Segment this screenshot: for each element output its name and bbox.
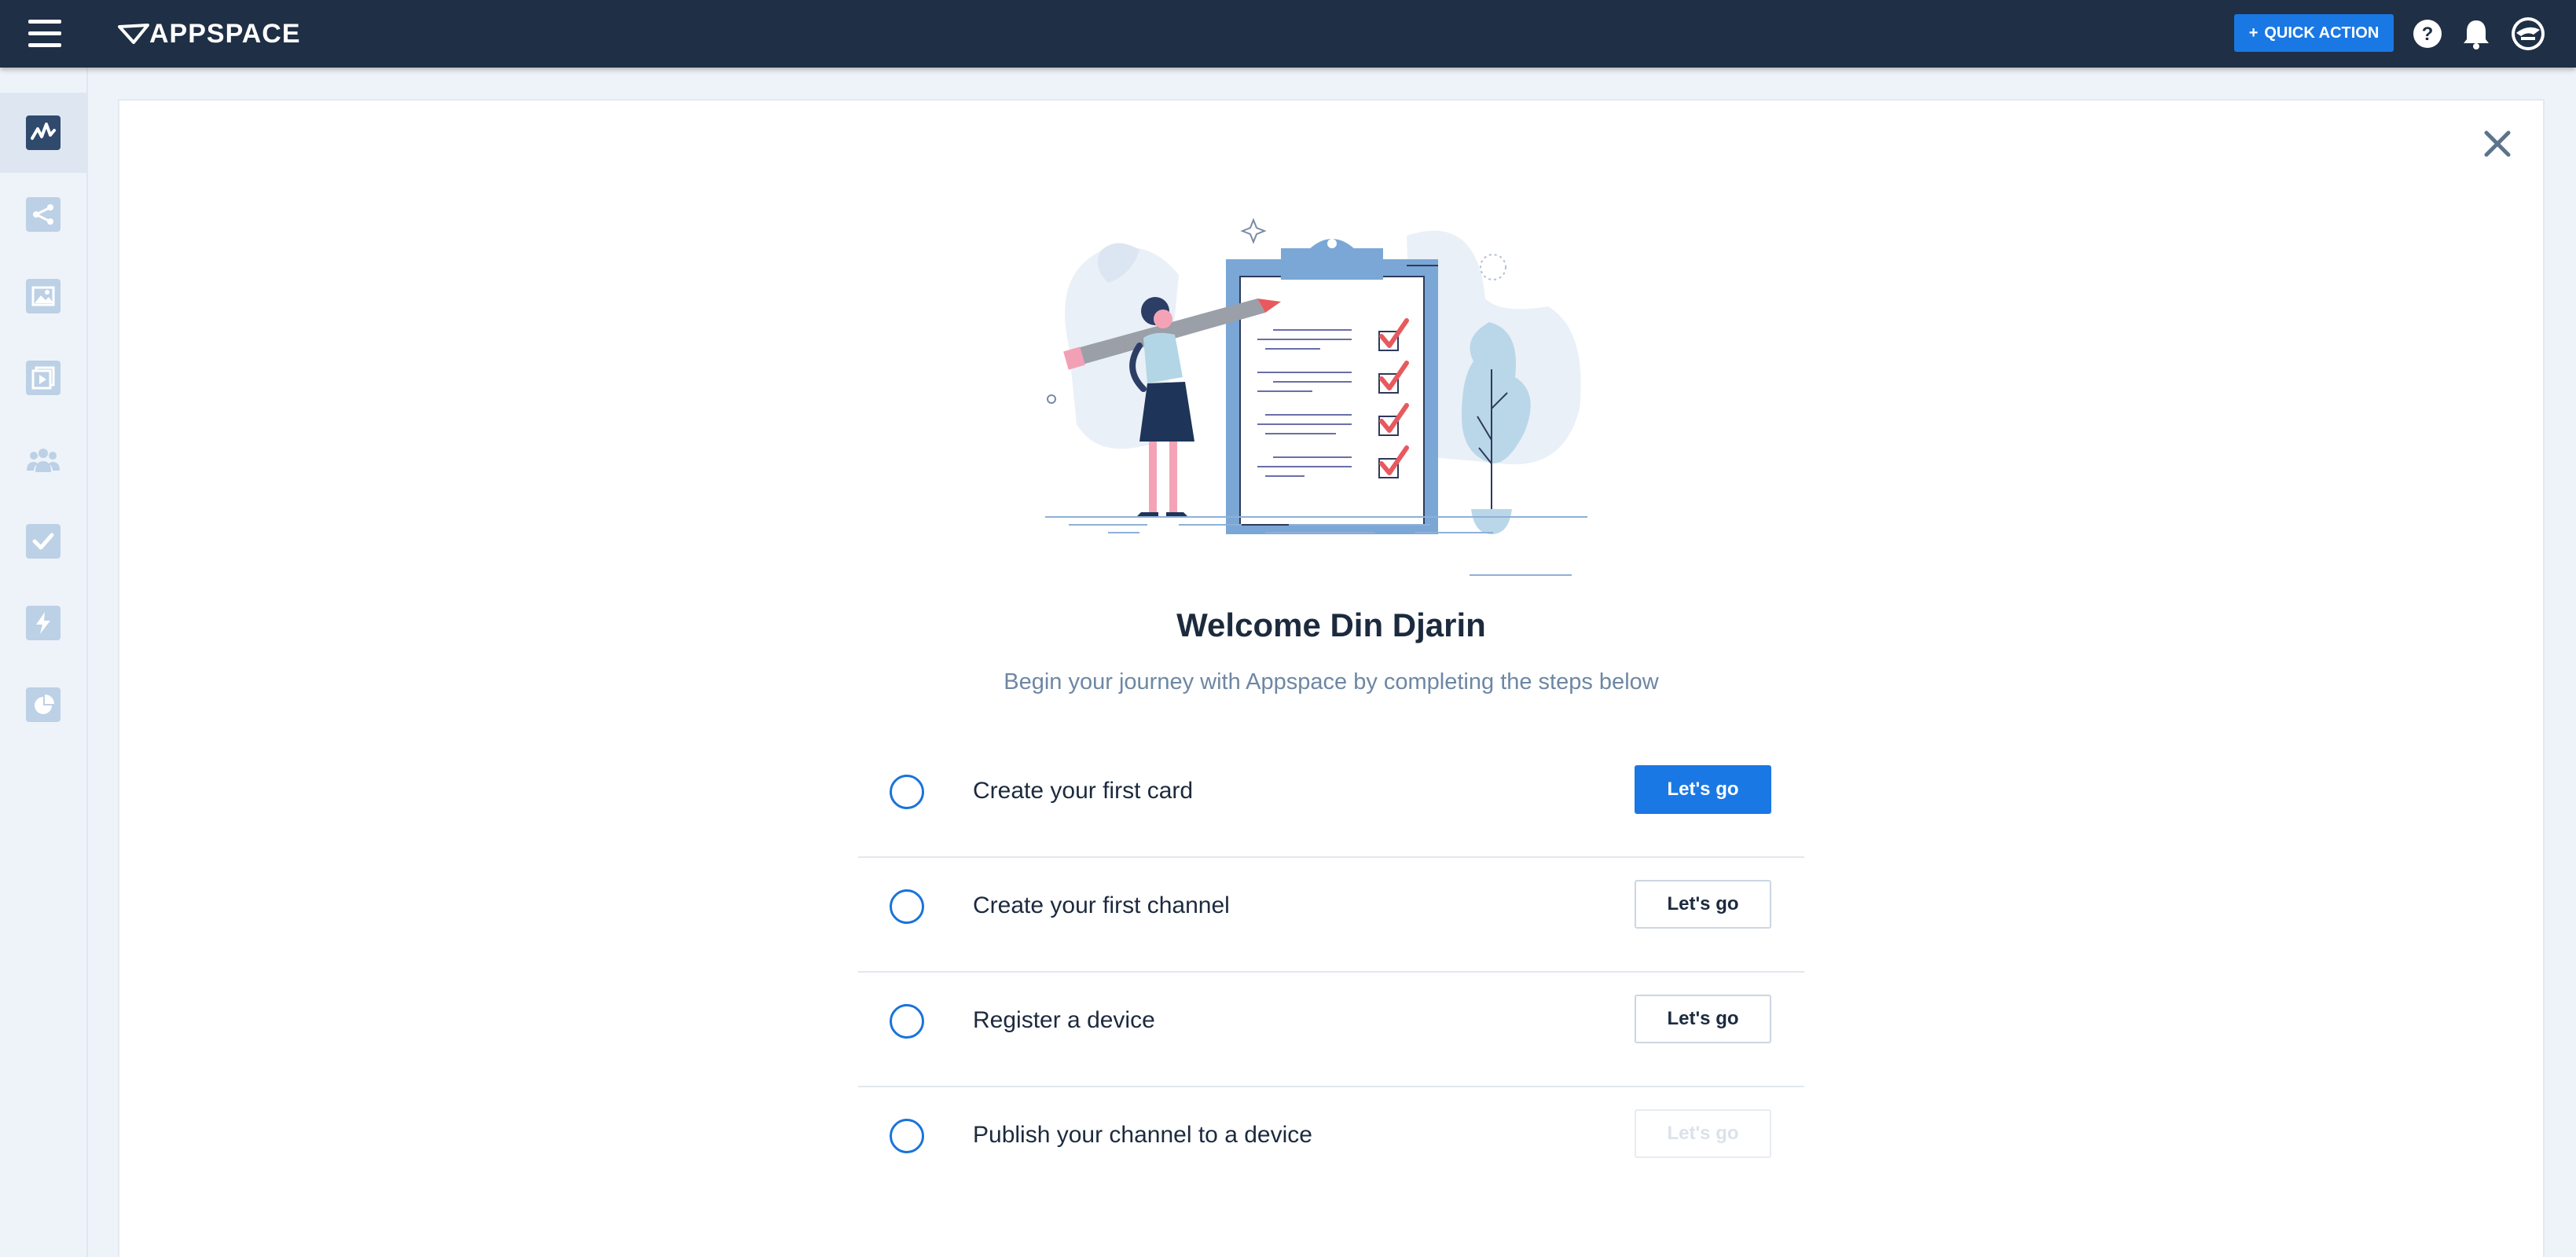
logo-swoosh-icon bbox=[118, 24, 149, 44]
svg-text:?: ? bbox=[2422, 24, 2434, 45]
share-icon bbox=[26, 197, 61, 232]
users-group-icon bbox=[26, 442, 61, 477]
quick-action-label: QUICK ACTION bbox=[2264, 24, 2380, 42]
notifications-bell-icon[interactable] bbox=[2458, 16, 2494, 52]
sidebar-item-channels[interactable] bbox=[0, 338, 86, 418]
plus-icon: + bbox=[2248, 24, 2259, 42]
lightning-icon bbox=[26, 606, 61, 640]
onboarding-steps-list: Create your first card Let's go Create y… bbox=[858, 743, 1804, 1202]
sidebar-item-automation[interactable] bbox=[0, 583, 86, 663]
step-register-device: Register a device Let's go bbox=[858, 973, 1804, 1087]
left-sidebar bbox=[0, 68, 88, 1257]
help-icon[interactable]: ? bbox=[2409, 16, 2446, 52]
lets-go-create-card-button[interactable]: Let's go bbox=[1635, 765, 1771, 814]
hamburger-menu-icon[interactable] bbox=[24, 17, 66, 50]
brand-name: APPSPACE bbox=[149, 18, 301, 49]
welcome-title: Welcome Din Djarin bbox=[1176, 607, 1486, 643]
image-library-icon bbox=[26, 279, 61, 313]
checkmark-tasks-icon bbox=[26, 524, 61, 559]
step-publish-channel: Publish your channel to a device Let's g… bbox=[858, 1087, 1804, 1202]
step-label: Register a device bbox=[973, 1007, 1155, 1033]
media-player-icon bbox=[26, 361, 61, 395]
sidebar-item-tasks[interactable] bbox=[0, 501, 86, 581]
appspace-logo[interactable]: APPSPACE bbox=[118, 17, 301, 50]
sidebar-item-share[interactable] bbox=[0, 174, 86, 255]
sidebar-item-dashboard[interactable] bbox=[0, 93, 86, 173]
sidebar-item-analytics[interactable] bbox=[0, 665, 86, 745]
welcome-subtitle: Begin your journey with Appspace by comp… bbox=[1004, 669, 1659, 694]
lets-go-create-channel-button[interactable]: Let's go bbox=[1635, 880, 1771, 929]
top-navigation-bar: APPSPACE + QUICK ACTION ? bbox=[0, 0, 2576, 68]
sidebar-item-library[interactable] bbox=[0, 256, 86, 336]
user-avatar-icon[interactable] bbox=[2510, 16, 2546, 52]
step-label: Create your first card bbox=[973, 778, 1194, 804]
quick-action-button[interactable]: + QUICK ACTION bbox=[2234, 14, 2394, 52]
step-status-radio[interactable] bbox=[890, 1004, 924, 1039]
sidebar-item-users[interactable] bbox=[0, 420, 86, 500]
step-label: Publish your channel to a device bbox=[973, 1122, 1312, 1148]
analytics-pie-icon bbox=[26, 687, 61, 722]
step-status-radio[interactable] bbox=[890, 889, 924, 924]
step-create-card: Create your first card Let's go bbox=[858, 743, 1804, 858]
step-status-radio[interactable] bbox=[890, 1119, 924, 1153]
close-icon[interactable] bbox=[2479, 126, 2515, 162]
checklist-illustration bbox=[1045, 218, 1587, 576]
lets-go-publish-channel-button[interactable]: Let's go bbox=[1635, 1109, 1771, 1158]
lets-go-register-device-button[interactable]: Let's go bbox=[1635, 995, 1771, 1043]
dashboard-activity-icon bbox=[26, 115, 61, 150]
step-create-channel: Create your first channel Let's go bbox=[858, 858, 1804, 973]
step-status-radio[interactable] bbox=[890, 775, 924, 809]
step-label: Create your first channel bbox=[973, 892, 1230, 918]
